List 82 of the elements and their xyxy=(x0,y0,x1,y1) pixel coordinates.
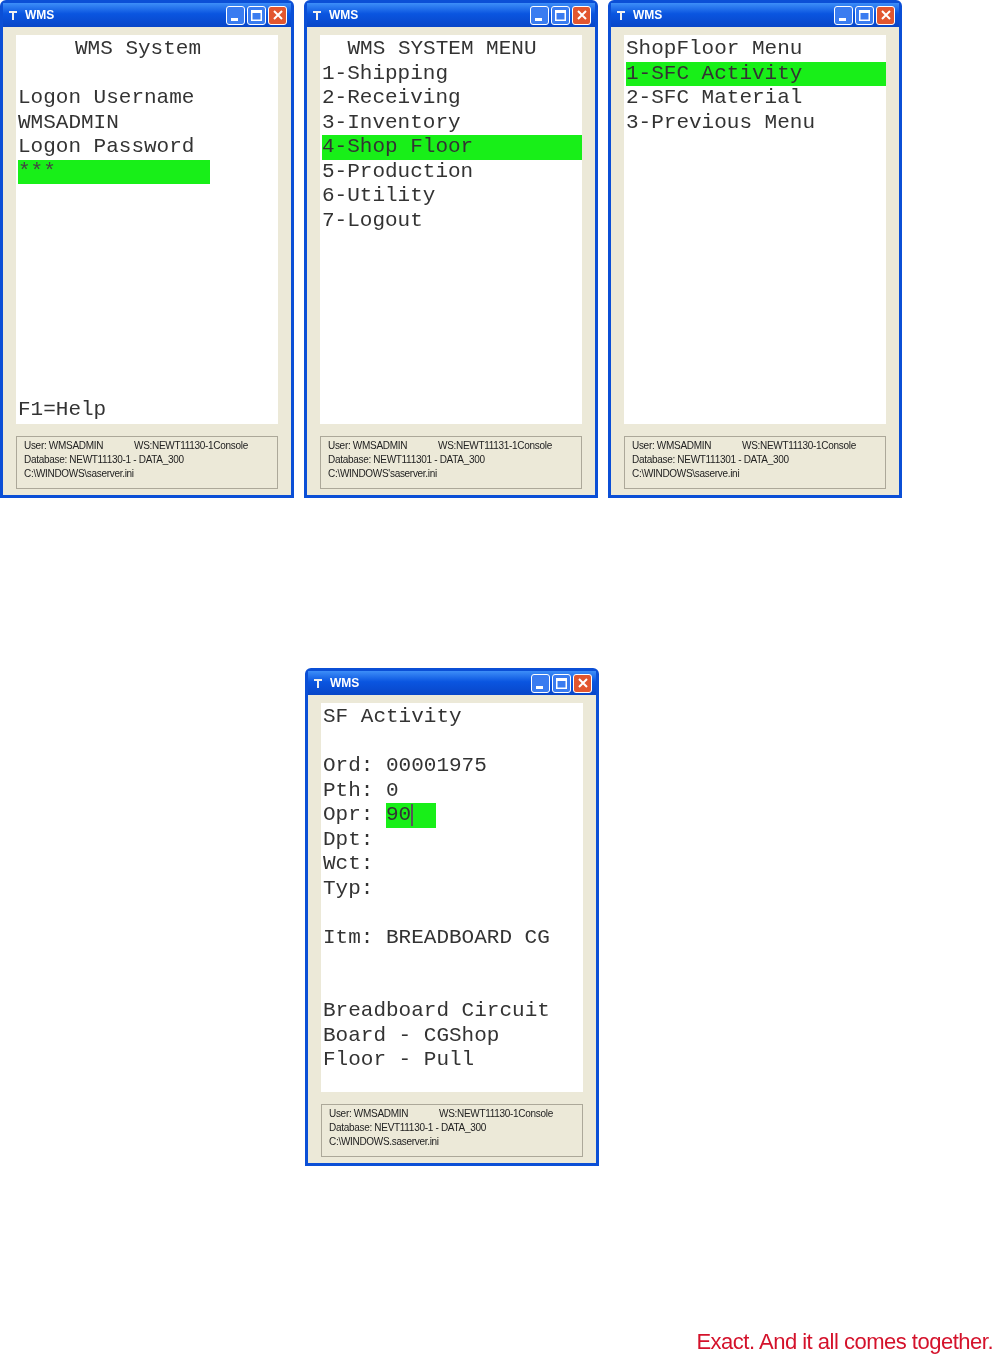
status-text: Database: NEWT111301 - DATA_300 xyxy=(328,453,486,467)
screen-text: WMSADMIN xyxy=(18,110,120,135)
field-label: Itm: xyxy=(323,925,375,950)
menu-item[interactable]: 3-Previous Menu xyxy=(626,110,886,135)
menu-item[interactable]: 7-Logout xyxy=(322,208,582,233)
close-icon xyxy=(880,10,891,20)
status-text: WS:NEWT11130-1Console xyxy=(439,1107,553,1121)
status-text: User: WMSADMIN xyxy=(24,439,105,453)
close-icon xyxy=(576,10,587,20)
minimize-button[interactable] xyxy=(834,5,853,25)
screen-text: Logon Password xyxy=(18,135,196,160)
maximize-button[interactable] xyxy=(247,5,266,25)
screen-text: Floor - Pull xyxy=(323,1048,476,1073)
app-icon xyxy=(7,9,19,21)
screen-text: ShopFloor Menu xyxy=(626,37,804,62)
window-title: WMS xyxy=(25,7,56,24)
field-label: Typ: xyxy=(323,876,375,901)
close-icon xyxy=(577,678,588,688)
maximize-button[interactable] xyxy=(552,673,571,693)
screen-text: Board - CGShop xyxy=(323,1023,501,1048)
menu-item[interactable]: 5-Production xyxy=(322,159,582,184)
menu-item[interactable]: 4-Shop Floor xyxy=(322,135,582,160)
status-text: C:\WINDOWS'saserver.ini xyxy=(328,467,438,481)
minimize-icon xyxy=(838,17,846,21)
minimize-button[interactable] xyxy=(531,673,550,693)
field-label: Ord: xyxy=(323,754,375,779)
status-text: Database: NEVT11130-1 - DATA_300 xyxy=(329,1121,487,1135)
menu-item[interactable]: 2-SFC Material xyxy=(626,86,886,111)
status-text: WS:NEWT11130-1Console xyxy=(742,439,856,453)
close-icon xyxy=(272,10,283,20)
maximize-icon xyxy=(556,677,567,689)
minimize-icon xyxy=(230,17,238,21)
status-text: C:\WINDOWS.saserver.ini xyxy=(329,1135,440,1149)
screen-text: Breadboard Circuit xyxy=(323,999,551,1024)
status-text: Database: NEWT11130-1 - DATA_300 xyxy=(24,453,185,467)
password-field[interactable]: *** xyxy=(18,159,210,184)
menu-item[interactable]: 2-Receiving xyxy=(322,86,582,111)
screen-text: SF Activity xyxy=(323,705,463,730)
field-label: Dpt: xyxy=(323,827,375,852)
field-label: Pth: xyxy=(323,778,375,803)
menu-item[interactable]: 1-SFC Activity xyxy=(626,61,886,86)
maximize-icon xyxy=(555,9,566,21)
menu-item[interactable]: 1-Shipping xyxy=(322,61,582,86)
status-text: User: WMSADMIN xyxy=(328,439,409,453)
close-button[interactable] xyxy=(573,673,592,693)
maximize-button[interactable] xyxy=(855,5,874,25)
status-text: C:\WINDOWS\saserver.ini xyxy=(24,467,135,481)
maximize-icon xyxy=(251,9,262,21)
minimize-button[interactable] xyxy=(530,5,549,25)
app-icon xyxy=(312,677,324,689)
close-button[interactable] xyxy=(268,5,287,25)
menu-item[interactable]: 3-Inventory xyxy=(322,110,582,135)
tagline: Exact. And it all comes together. xyxy=(696,1328,993,1356)
field-value: 00001975 xyxy=(386,754,487,779)
minimize-button[interactable] xyxy=(226,5,245,25)
menu-item[interactable]: 6-Utility xyxy=(322,184,582,209)
status-text: Database: NEWT111301 - DATA_300 xyxy=(632,453,790,467)
field-label: Wct: xyxy=(323,852,375,877)
maximize-button[interactable] xyxy=(551,5,570,25)
status-text: User: WMSADMIN xyxy=(329,1107,410,1121)
field-value: BREADBOARD CG xyxy=(386,925,550,950)
window-title: WMS xyxy=(633,7,664,24)
close-button[interactable] xyxy=(876,5,895,25)
maximize-icon xyxy=(859,9,870,21)
screen-heading: WMS SYSTEM MENU xyxy=(346,37,538,62)
window-title: WMS xyxy=(330,675,361,692)
field-value: 0 xyxy=(386,778,399,803)
minimize-icon xyxy=(535,685,543,689)
app-icon xyxy=(311,9,323,21)
status-text: WS:NEWT11131-1Console xyxy=(438,439,552,453)
input-field[interactable]: 90 xyxy=(386,803,436,828)
help-hint: F1=Help xyxy=(18,397,108,423)
status-text: WS:NEWT11130-1Console xyxy=(134,439,248,453)
status-text: C:\WINDOWS\saserve.ini xyxy=(632,467,741,481)
status-text: User: WMSADMIN xyxy=(632,439,713,453)
screen-text: Logon Username xyxy=(18,86,196,111)
minimize-icon xyxy=(534,17,542,21)
window-title: WMS xyxy=(329,7,360,24)
screen-heading: WMS System xyxy=(74,37,202,62)
close-button[interactable] xyxy=(572,5,591,25)
app-icon xyxy=(615,9,627,21)
field-label: Opr: xyxy=(323,803,375,828)
